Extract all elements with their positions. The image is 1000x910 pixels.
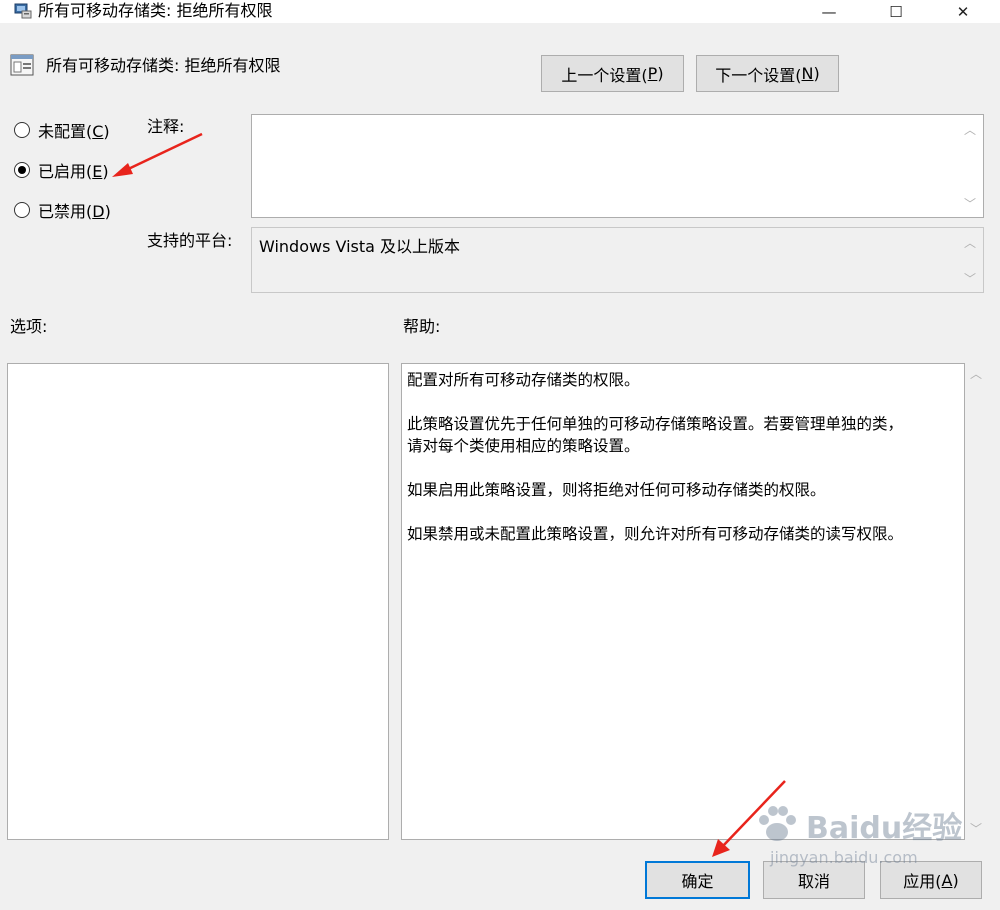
annotation-arrows: [112, 132, 786, 857]
arrow-to-enabled: [112, 132, 203, 177]
paw-logo-icon: [759, 806, 796, 841]
watermark-brand: Baidu经验: [806, 811, 963, 846]
watermark: Baidu经验 jingyan.baidu.com: [752, 800, 962, 867]
watermark-url: jingyan.baidu.com: [770, 848, 918, 867]
